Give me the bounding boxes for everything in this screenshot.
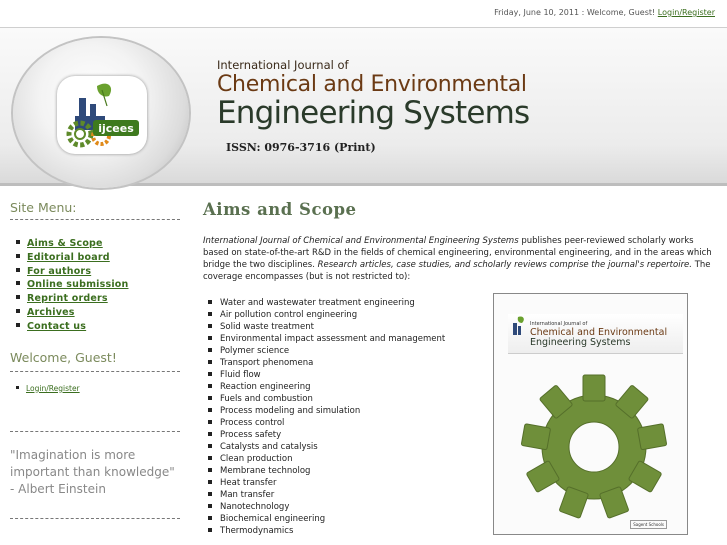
- list-item: Heat transfer: [203, 477, 473, 489]
- bullet-icon: [16, 240, 20, 244]
- menu-item-reprint-orders[interactable]: Reprint orders: [16, 293, 180, 305]
- cover-logo-icon: [513, 316, 524, 335]
- cover-title-line2: Engineering Systems: [530, 337, 631, 348]
- issn-text: ISSN: 0976-3716 (Print): [226, 141, 376, 154]
- welcome-heading: Welcome, Guest!: [10, 349, 117, 365]
- list-item: Environmental impact assessment and mana…: [203, 333, 473, 345]
- login-list: Login/Register: [10, 384, 180, 393]
- list-item: Process safety: [203, 429, 473, 441]
- site-menu-heading: Site Menu:: [10, 200, 77, 215]
- top-bar: Friday, June 10, 2011 : Welcome, Guest! …: [0, 0, 727, 27]
- login-register-link[interactable]: Login/Register: [658, 8, 715, 17]
- header-banner: ijcees International Journal of Chemical…: [0, 27, 727, 188]
- journal-prefix: International Journal of: [217, 58, 349, 72]
- journal-logo[interactable]: ijcees: [57, 76, 147, 154]
- list-item: Polymer science: [203, 345, 473, 357]
- list-item: Catalysts and catalysis: [203, 441, 473, 453]
- page-title: Aims and Scope: [203, 200, 357, 219]
- menu-item-contact-us[interactable]: Contact us: [16, 321, 180, 333]
- menu-item-archives[interactable]: Archives: [16, 307, 180, 319]
- intro-paragraph: International Journal of Chemical and En…: [203, 236, 712, 282]
- list-item: Process modeling and simulation: [203, 405, 473, 417]
- journal-title-line2: Engineering Systems: [217, 95, 530, 131]
- cover-publisher: Sagent Schools: [630, 520, 667, 529]
- divider: [10, 219, 180, 220]
- bullet-icon: [16, 281, 20, 286]
- list-item: Fuels and combustion: [203, 393, 473, 405]
- bullet-icon: [16, 295, 20, 300]
- sidebar-login-item[interactable]: Login/Register: [16, 384, 180, 393]
- list-item: Membrane technolog: [203, 465, 473, 477]
- list-item: Water and wastewater treatment engineeri…: [203, 297, 473, 309]
- divider: [10, 430, 180, 432]
- list-item: Air pollution control engineering: [203, 309, 473, 321]
- site-menu: Aims & Scope Editorial board For authors…: [10, 238, 180, 333]
- menu-item-editorial-board[interactable]: Editorial board: [16, 252, 180, 264]
- divider: [10, 517, 180, 519]
- topic-list: Water and wastewater treatment engineeri…: [203, 297, 473, 537]
- einstein-quote: "Imagination is more important than know…: [10, 447, 175, 496]
- list-item: Clean production: [203, 453, 473, 465]
- bullet-icon: [16, 253, 20, 258]
- sidebar: Site Menu: Aims & Scope Editorial board …: [10, 200, 180, 525]
- factory-gear-logo-icon: ijcees: [66, 83, 139, 148]
- menu-item-online-submission[interactable]: Online submission: [16, 279, 180, 291]
- svg-text:ijcees: ijcees: [98, 122, 134, 135]
- date-welcome-text: Friday, June 10, 2011 : Welcome, Guest!: [494, 8, 656, 17]
- list-item: Fluid flow: [203, 369, 473, 381]
- journal-title-line1: Chemical and Environmental: [217, 72, 527, 97]
- cover-gear-icon: [521, 374, 667, 519]
- list-item: Solid waste treatment: [203, 321, 473, 333]
- list-item: Biochemical engineering: [203, 513, 473, 525]
- divider: [10, 370, 180, 372]
- list-item: Reaction engineering: [203, 381, 473, 393]
- list-item: Process control: [203, 417, 473, 429]
- menu-item-aims-scope[interactable]: Aims & Scope: [16, 238, 180, 250]
- menu-item-for-authors[interactable]: For authors: [16, 266, 180, 278]
- bullet-icon: [16, 267, 20, 272]
- bullet-icon: [16, 322, 20, 327]
- user-info: Friday, June 10, 2011 : Welcome, Guest! …: [494, 8, 715, 17]
- bullet-icon: [16, 308, 20, 313]
- list-item: Man transfer: [203, 489, 473, 501]
- bullet-icon: [16, 385, 19, 389]
- list-item: Transport phenomena: [203, 357, 473, 369]
- list-item: Nanotechnology: [203, 501, 473, 513]
- journal-cover-image: International Journal of Chemical and En…: [493, 293, 688, 535]
- list-item: Thermodynamics: [203, 525, 473, 537]
